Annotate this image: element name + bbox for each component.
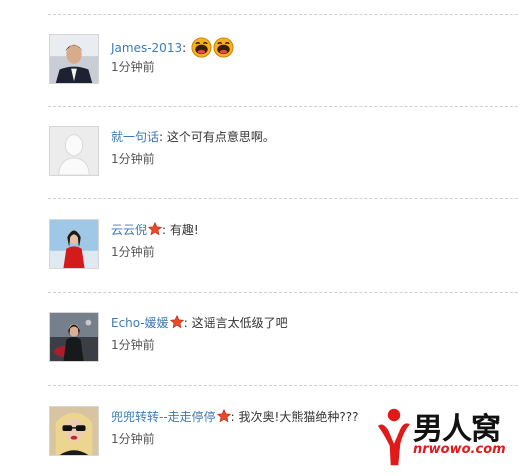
laugh-emoticon-icon <box>191 37 212 58</box>
avatar[interactable] <box>49 34 99 84</box>
username-link[interactable]: 就一句话 <box>111 130 159 144</box>
timestamp: 1分钟前 <box>111 152 155 166</box>
comment-header: James-2013: <box>111 37 234 58</box>
comment-item: Echo-媛媛: 这谣言太低级了吧 1分钟前 <box>48 312 518 382</box>
separator: : <box>230 410 235 424</box>
timestamp: 1分钟前 <box>111 432 155 446</box>
comment-item: 就一句话: 这个可有点意思啊。 1分钟前 <box>48 126 518 196</box>
separator: : <box>159 130 164 144</box>
timestamp: 1分钟前 <box>111 245 155 259</box>
divider <box>48 106 518 107</box>
comment-item: 云云倪: 有趣! 1分钟前 <box>48 219 518 289</box>
watermark-logo-icon <box>376 407 413 467</box>
comment-text: 这谣言太低级了吧 <box>191 316 288 330</box>
comment-text: 这个可有点意思啊。 <box>166 130 275 144</box>
divider <box>48 198 518 199</box>
username-link[interactable]: James-2013 <box>111 41 182 55</box>
star-badge-icon <box>169 315 184 329</box>
site-watermark: 男人窝 nrwowo.com <box>373 402 518 471</box>
username-link[interactable]: Echo-媛媛 <box>111 316 169 330</box>
divider <box>48 14 518 15</box>
separator: : <box>162 223 167 237</box>
comment-header: 兜兜转转--走走停停: 我次奥!大熊猫绝种??? <box>111 409 358 425</box>
laugh-emoticon-icon <box>213 37 234 58</box>
username-link[interactable]: 云云倪 <box>111 223 147 237</box>
separator: : <box>182 41 187 55</box>
avatar[interactable] <box>49 312 99 362</box>
default-avatar[interactable] <box>49 126 99 176</box>
avatar[interactable] <box>49 219 99 269</box>
timestamp: 1分钟前 <box>111 338 155 352</box>
divider <box>48 385 518 386</box>
watermark-url: nrwowo.com <box>413 442 506 457</box>
star-badge-icon <box>216 409 231 423</box>
comment-header: Echo-媛媛: 这谣言太低级了吧 <box>111 315 288 331</box>
avatar[interactable] <box>49 406 99 456</box>
comment-item: James-2013: 1分钟前 <box>48 34 518 104</box>
comment-header: 就一句话: 这个可有点意思啊。 <box>111 129 275 145</box>
username-link[interactable]: 兜兜转转--走走停停 <box>111 410 216 424</box>
comment-text: 有趣! <box>169 223 199 237</box>
separator: : <box>183 316 188 330</box>
divider <box>48 292 518 293</box>
comment-text: 我次奥!大熊猫绝种??? <box>238 410 359 424</box>
star-badge-icon <box>148 222 163 236</box>
comment-header: 云云倪: 有趣! <box>111 222 199 238</box>
timestamp: 1分钟前 <box>111 60 155 74</box>
